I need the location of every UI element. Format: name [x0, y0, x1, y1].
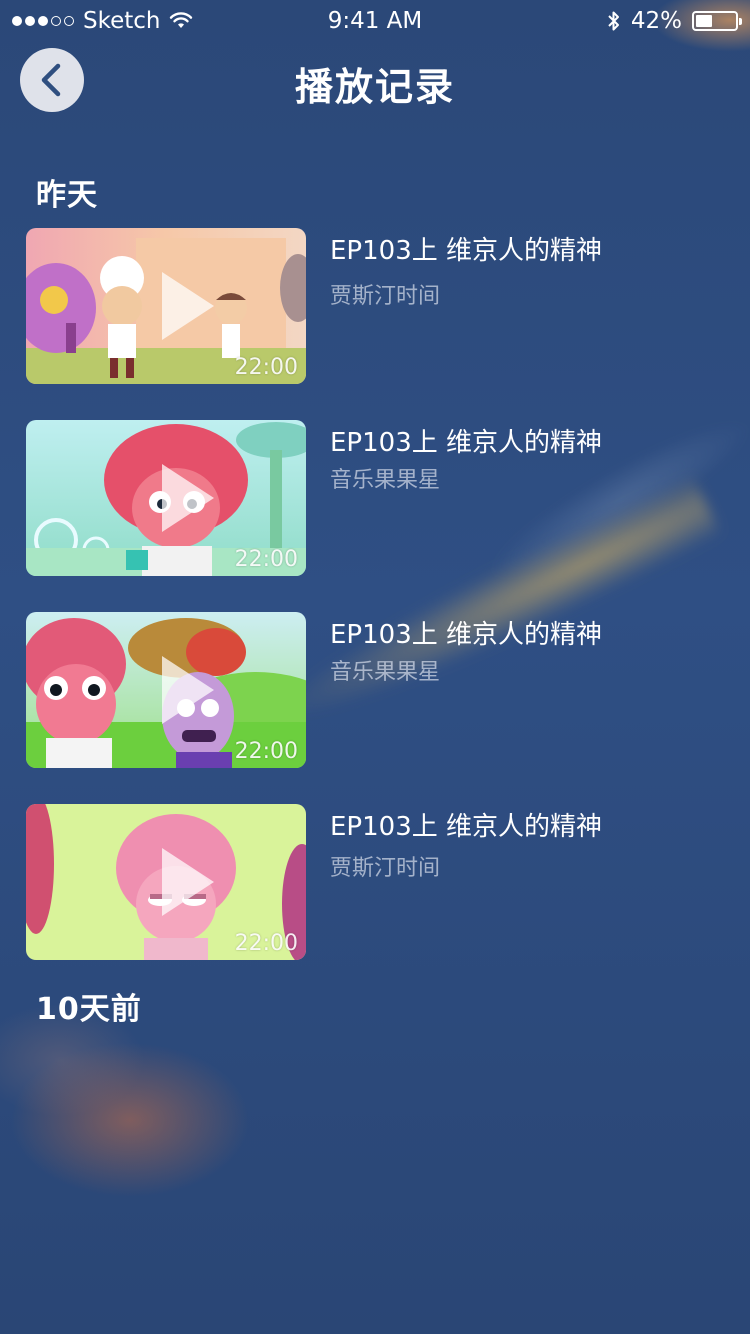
battery-fill	[696, 15, 712, 27]
section-title-10-days-ago: 10天前	[36, 992, 142, 1027]
history-item[interactable]: 22:00 EP103上 维京人的精神 音乐果果星	[26, 420, 726, 576]
video-duration: 22:00	[234, 931, 298, 956]
video-series: 音乐果果星	[330, 468, 441, 493]
video-duration: 22:00	[234, 739, 298, 764]
play-icon	[162, 656, 214, 724]
status-bar: Sketch 9:41 AM 42%	[0, 0, 750, 40]
battery-icon	[692, 11, 742, 31]
video-title[interactable]: EP103上 维京人的精神	[330, 422, 602, 459]
bluetooth-icon	[608, 11, 619, 31]
video-thumbnail[interactable]: 22:00	[26, 804, 306, 960]
play-icon	[162, 464, 214, 532]
history-item[interactable]: 22:00 EP103上 维京人的精神 音乐果果星	[26, 612, 726, 768]
battery-cap	[739, 18, 742, 25]
video-duration: 22:00	[234, 547, 298, 572]
video-thumbnail[interactable]: 22:00	[26, 612, 306, 768]
video-title[interactable]: EP103上 维京人的精神	[330, 806, 602, 843]
video-duration: 22:00	[234, 355, 298, 380]
video-series: 音乐果果星	[330, 660, 441, 685]
play-icon	[162, 272, 214, 340]
section-title-yesterday: 昨天	[36, 178, 98, 213]
video-series: 贾斯汀时间	[330, 284, 441, 309]
video-title[interactable]: EP103上 维京人的精神	[330, 614, 602, 651]
play-icon	[162, 848, 214, 916]
battery-percent: 42%	[630, 8, 682, 34]
video-title[interactable]: EP103上 维京人的精神	[330, 230, 602, 267]
video-series: 贾斯汀时间	[330, 856, 441, 881]
video-thumbnail[interactable]: 22:00	[26, 420, 306, 576]
video-thumbnail[interactable]: 22:00	[26, 228, 306, 384]
status-right: 42%	[607, 8, 742, 34]
page-title: 播放记录	[294, 65, 455, 109]
history-item[interactable]: 22:00 EP103上 维京人的精神 贾斯汀时间	[26, 228, 726, 384]
history-item[interactable]: 22:00 EP103上 维京人的精神 贾斯汀时间	[26, 804, 726, 960]
